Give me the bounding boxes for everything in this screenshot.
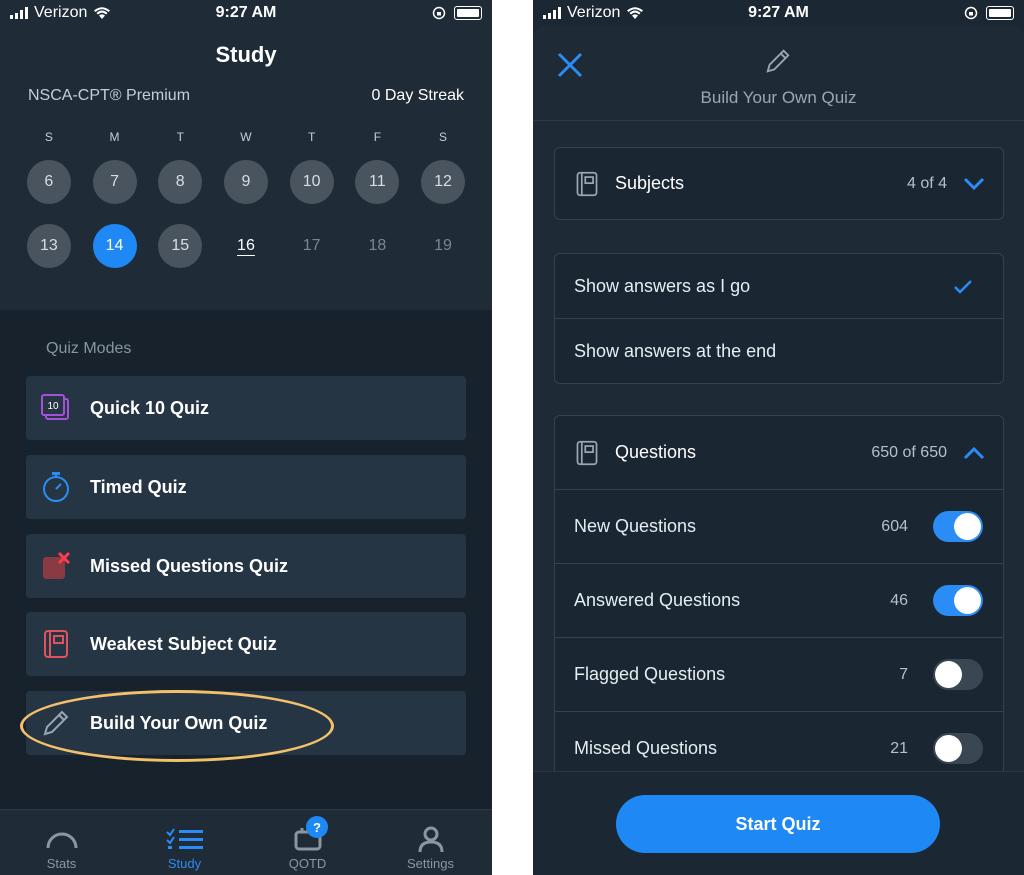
- flagged-questions-toggle[interactable]: [933, 659, 983, 690]
- book-icon: [576, 171, 598, 196]
- calendar: S M T W T F S 6 7 8 9 10 11 12 13 14 15 …: [16, 130, 476, 288]
- subjects-row[interactable]: Subjects 4 of 4: [555, 148, 1003, 219]
- answer-options-panel: Show answers as I go Show answers at the…: [554, 253, 1004, 384]
- clock: 9:27 AM: [215, 4, 277, 21]
- book-icon: [40, 628, 72, 660]
- qotd-badge: ?: [306, 816, 328, 838]
- calendar-day[interactable]: 8: [158, 160, 203, 204]
- questions-count: 650 of 650: [871, 443, 947, 461]
- gauge-icon: [44, 822, 80, 856]
- questions-panel: Questions 650 of 650 New Questions 604 A…: [554, 415, 1004, 796]
- missed-questions-toggle[interactable]: [933, 733, 983, 764]
- subjects-label: Subjects: [615, 173, 685, 193]
- subjects-count: 4 of 4: [906, 174, 947, 192]
- stopwatch-icon: [40, 471, 72, 503]
- tab-settings[interactable]: Settings: [369, 810, 492, 875]
- tab-qotd[interactable]: ? QOTD: [246, 810, 369, 875]
- timed-quiz-button[interactable]: Timed Quiz: [26, 455, 466, 519]
- status-bar: Verizon 9:27 AM: [533, 0, 1024, 28]
- chevron-down-icon: [963, 177, 985, 190]
- book-icon: [576, 440, 598, 465]
- quick-10-quiz-button[interactable]: 10 Quick 10 Quiz: [26, 376, 466, 440]
- pencil-icon: [40, 707, 72, 739]
- streak-label: 0 Day Streak: [371, 87, 464, 104]
- calendar-day[interactable]: 15: [158, 224, 203, 268]
- calendar-week: 13 14 15 16 17 18 19: [16, 224, 476, 268]
- quiz-modes-heading: Quiz Modes: [46, 340, 132, 357]
- questions-label: Questions: [615, 442, 697, 462]
- filter-flagged-questions: Flagged Questions 7: [555, 638, 1003, 712]
- filter-answered-questions: Answered Questions 46: [555, 564, 1003, 638]
- calendar-day[interactable]: 13: [26, 224, 71, 268]
- tab-study[interactable]: Study: [123, 810, 246, 875]
- mode-label: Missed Questions Quiz: [90, 555, 289, 576]
- build-quiz-screen: Verizon 9:27 AM Build Your Own Quiz Subj…: [533, 0, 1024, 875]
- mode-label: Timed Quiz: [90, 476, 187, 497]
- tab-bar: Stats Study ? QOTD Settings: [0, 809, 492, 875]
- questions-row[interactable]: Questions 650 of 650: [555, 416, 1003, 490]
- missed-questions-quiz-button[interactable]: Missed Questions Quiz: [26, 534, 466, 598]
- person-icon: [417, 822, 445, 856]
- missed-x-icon: [40, 550, 72, 582]
- calendar-day[interactable]: 10: [289, 160, 334, 204]
- new-questions-toggle[interactable]: [933, 511, 983, 542]
- orientation-lock-icon: [964, 6, 978, 20]
- calendar-week: 6 7 8 9 10 11 12: [16, 160, 476, 204]
- program-name: NSCA-CPT® Premium: [28, 87, 191, 104]
- calendar-day: 17: [302, 237, 321, 254]
- battery-icon: [454, 6, 482, 20]
- checklist-icon: [165, 822, 204, 856]
- tab-stats[interactable]: Stats: [0, 810, 123, 875]
- calendar-day[interactable]: 7: [92, 160, 137, 204]
- calendar-day: 18: [368, 237, 387, 254]
- status-bar: Verizon 9:27 AM: [0, 0, 492, 28]
- mode-label: Weakest Subject Quiz: [90, 633, 277, 654]
- chevron-up-icon: [963, 446, 985, 459]
- modal-title: Build Your Own Quiz: [700, 88, 857, 107]
- page-title: Study: [215, 42, 277, 67]
- subjects-panel: Subjects 4 of 4: [554, 147, 1004, 220]
- svg-text:10: 10: [47, 401, 59, 412]
- calendar-day-selected[interactable]: 14: [92, 224, 137, 268]
- calendar-day[interactable]: 9: [223, 160, 268, 204]
- option-show-as-i-go[interactable]: Show answers as I go: [555, 254, 1003, 319]
- battery-icon: [986, 6, 1014, 20]
- clock: 9:27 AM: [748, 4, 809, 21]
- checkmark-icon: [954, 279, 972, 294]
- calendar-day[interactable]: 6: [26, 160, 71, 204]
- mode-label: Quick 10 Quiz: [90, 397, 210, 418]
- calendar-day[interactable]: 12: [421, 160, 466, 204]
- option-show-at-end[interactable]: Show answers at the end: [555, 319, 1003, 383]
- study-screen: Verizon 9:27 AM Study NSCA-CPT® Premium …: [0, 0, 492, 875]
- orientation-lock-icon: [432, 6, 446, 20]
- close-icon[interactable]: [555, 50, 585, 80]
- filter-new-questions: New Questions 604: [555, 490, 1003, 564]
- answered-questions-toggle[interactable]: [933, 585, 983, 616]
- pencil-icon: [766, 49, 790, 73]
- start-quiz-button[interactable]: Start Quiz: [616, 795, 940, 853]
- calendar-day-today[interactable]: 16: [224, 224, 268, 268]
- calendar-day: 19: [434, 237, 452, 254]
- divider: [533, 120, 1024, 121]
- weekday-header: S M T W T F S: [44, 130, 448, 144]
- quick10-icon: 10: [40, 392, 72, 424]
- calendar-day[interactable]: 11: [355, 160, 400, 204]
- build-your-own-quiz-button[interactable]: Build Your Own Quiz: [26, 691, 466, 755]
- mode-label: Build Your Own Quiz: [90, 712, 268, 733]
- weakest-subject-quiz-button[interactable]: Weakest Subject Quiz: [26, 612, 466, 676]
